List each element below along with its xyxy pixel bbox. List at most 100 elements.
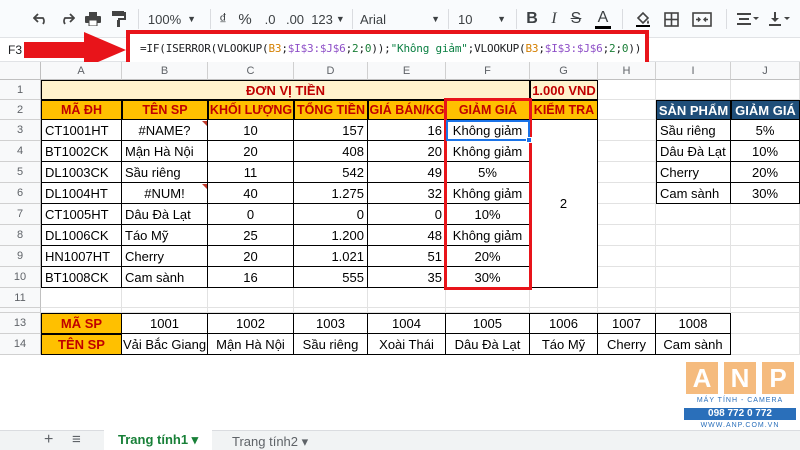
- column-header-d[interactable]: D: [294, 62, 368, 80]
- unit-value[interactable]: 1.000 VND: [530, 80, 598, 100]
- row-header-10[interactable]: 10: [0, 267, 41, 288]
- product-name-cell[interactable]: Cherry: [598, 334, 656, 355]
- table-cell[interactable]: CT1001HT: [41, 120, 122, 141]
- product-code-cell[interactable]: 1006: [530, 313, 598, 334]
- merge-cells-icon[interactable]: [688, 8, 716, 30]
- column-header-a[interactable]: A: [41, 62, 122, 80]
- zoom-select[interactable]: 100% ▼: [146, 8, 198, 30]
- cell[interactable]: [446, 288, 530, 308]
- row-header-14[interactable]: 14: [0, 334, 41, 355]
- cell[interactable]: [656, 246, 731, 267]
- fill-handle[interactable]: [526, 137, 532, 143]
- row-header-7[interactable]: 7: [0, 204, 41, 225]
- column-header-b[interactable]: B: [122, 62, 208, 80]
- italic-button[interactable]: I: [544, 8, 564, 30]
- row-header-1[interactable]: 1: [0, 80, 41, 100]
- cell[interactable]: [731, 288, 800, 308]
- discount-cell[interactable]: 5%: [731, 120, 800, 141]
- percent-button[interactable]: %: [234, 8, 256, 30]
- table-cell[interactable]: DL1003CK: [41, 162, 122, 183]
- column-header-e[interactable]: E: [368, 62, 446, 80]
- cell[interactable]: [598, 288, 656, 308]
- discount-cell[interactable]: 10%: [731, 141, 800, 162]
- row-header-2[interactable]: 2: [0, 100, 41, 120]
- table-cell[interactable]: 1.021: [294, 246, 368, 267]
- product-code-cell[interactable]: 1008: [656, 313, 731, 334]
- table-cell[interactable]: DL1004HT: [41, 183, 122, 204]
- table-header[interactable]: MÃ ĐH: [41, 100, 122, 120]
- cell[interactable]: [656, 288, 731, 308]
- table-cell[interactable]: #NUM!: [122, 183, 208, 204]
- column-header-j[interactable]: J: [731, 62, 800, 80]
- decrease-decimal-button[interactable]: .0: [258, 8, 282, 30]
- cell[interactable]: [731, 80, 800, 100]
- cell[interactable]: [208, 288, 294, 308]
- product-name-cell[interactable]: Sầu riêng: [294, 334, 368, 355]
- table-cell[interactable]: 40: [208, 183, 294, 204]
- cell[interactable]: [731, 334, 800, 355]
- cell[interactable]: [368, 288, 446, 308]
- product-name-cell[interactable]: Vải Bắc Giang: [122, 334, 208, 355]
- table-cell[interactable]: Cam sành: [122, 267, 208, 288]
- table-cell[interactable]: 20: [368, 141, 446, 162]
- product-code-cell[interactable]: 1002: [208, 313, 294, 334]
- column-header-f[interactable]: F: [446, 62, 530, 80]
- cell[interactable]: [122, 288, 208, 308]
- cell[interactable]: [598, 141, 656, 162]
- fill-color-icon[interactable]: [632, 8, 654, 30]
- column-header-c[interactable]: C: [208, 62, 294, 80]
- cell[interactable]: [731, 267, 800, 288]
- product-name-label[interactable]: TÊN SP: [41, 334, 122, 355]
- borders-icon[interactable]: [660, 8, 682, 30]
- column-header-h[interactable]: H: [598, 62, 656, 80]
- product-code-cell[interactable]: 1001: [122, 313, 208, 334]
- table-cell[interactable]: 408: [294, 141, 368, 162]
- bold-button[interactable]: B: [522, 8, 542, 30]
- font-size-select[interactable]: 10 ▼: [454, 8, 510, 30]
- horizontal-align-icon[interactable]: [734, 8, 762, 30]
- table-cell[interactable]: DL1006CK: [41, 225, 122, 246]
- table-cell[interactable]: 51: [368, 246, 446, 267]
- discount-header[interactable]: GIẢM GIÁ: [731, 100, 800, 120]
- table-header[interactable]: KHỐI LƯỢNG: [208, 100, 294, 120]
- cell[interactable]: [656, 204, 731, 225]
- table-header[interactable]: TÊN SP: [122, 100, 208, 120]
- all-sheets-button[interactable]: ≡: [72, 431, 81, 448]
- tab-sheet1[interactable]: Trang tính1 ▾: [104, 429, 213, 450]
- table-header[interactable]: KIỂM TRA: [530, 100, 598, 120]
- cell[interactable]: [598, 183, 656, 204]
- discount-cell[interactable]: 30%: [731, 183, 800, 204]
- cell[interactable]: [598, 246, 656, 267]
- cell[interactable]: [731, 225, 800, 246]
- currency-button[interactable]: ₫: [212, 8, 234, 30]
- table-cell[interactable]: 20: [208, 141, 294, 162]
- product-code-cell[interactable]: 1007: [598, 313, 656, 334]
- cell[interactable]: [731, 313, 800, 334]
- row-header-5[interactable]: 5: [0, 162, 41, 183]
- product-name-cell[interactable]: Cam sành: [656, 334, 731, 355]
- add-sheet-button[interactable]: +: [44, 431, 53, 449]
- table-header[interactable]: TỔNG TIỀN: [294, 100, 368, 120]
- discount-cell[interactable]: Sầu riêng: [656, 120, 731, 141]
- unit-title[interactable]: ĐƠN VỊ TIỀN: [41, 80, 530, 100]
- check-cell[interactable]: 2: [530, 120, 598, 288]
- cell[interactable]: [656, 267, 731, 288]
- cell[interactable]: [598, 204, 656, 225]
- product-name-cell[interactable]: Xoài Thái: [368, 334, 446, 355]
- table-cell[interactable]: Mận Hà Nội: [122, 141, 208, 162]
- product-code-label[interactable]: MÃ SP: [41, 313, 122, 334]
- product-code-cell[interactable]: 1004: [368, 313, 446, 334]
- table-cell[interactable]: 25: [208, 225, 294, 246]
- strikethrough-button[interactable]: S: [566, 8, 586, 30]
- discount-header[interactable]: SẢN PHẨM: [656, 100, 731, 120]
- product-name-cell[interactable]: Táo Mỹ: [530, 334, 598, 355]
- table-cell[interactable]: Táo Mỹ: [122, 225, 208, 246]
- table-cell[interactable]: HN1007HT: [41, 246, 122, 267]
- row-header-13[interactable]: 13: [0, 313, 41, 334]
- cell[interactable]: [598, 120, 656, 141]
- table-cell[interactable]: 49: [368, 162, 446, 183]
- table-cell[interactable]: Cherry: [122, 246, 208, 267]
- product-code-cell[interactable]: 1003: [294, 313, 368, 334]
- table-cell[interactable]: 0: [368, 204, 446, 225]
- column-header-g[interactable]: G: [530, 62, 598, 80]
